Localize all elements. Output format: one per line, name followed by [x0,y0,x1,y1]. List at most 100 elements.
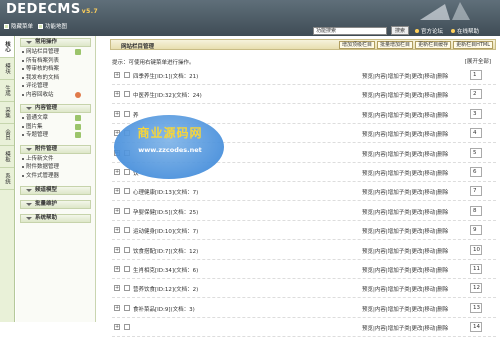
row-actions[interactable]: 预览|内容|增加子类|更改|移动|删除 [362,130,448,138]
row-checkbox[interactable] [124,246,130,253]
row-actions[interactable]: 预览|内容|增加子类|更改|移动|删除 [362,208,448,216]
row-checkbox[interactable] [124,285,130,292]
section-system-help[interactable]: 系统帮助 [20,214,91,223]
expand-icon[interactable]: + [114,285,120,292]
row-checkbox[interactable] [124,266,130,272]
expand-icon[interactable]: + [114,169,120,175]
online-help-link[interactable]: 在线帮助 [451,27,479,35]
expand-icon[interactable]: + [114,91,120,98]
order-input[interactable]: 7 [470,186,482,197]
search-button[interactable]: 搜索 [391,26,409,35]
section-common-ops[interactable]: 常用操作 [20,38,91,47]
expand-icon[interactable]: + [114,227,120,234]
row-actions[interactable]: 预览|内容|增加子类|更改|移动|删除 [362,188,448,196]
tab-collect[interactable]: 采集 [0,102,14,124]
expand-icon[interactable]: + [114,266,120,272]
column-name[interactable]: 中医养生[ID:32](文档：24) [133,91,202,99]
section-channel-models[interactable]: 频道模型 [20,186,91,195]
expand-icon[interactable]: + [114,110,120,117]
sidebar-item-file-manager[interactable]: 文件式管理器 [16,172,95,181]
row-actions[interactable]: 预览|内容|增加子类|更改|移动|删除 [362,305,448,313]
tab-modules[interactable]: 模块 [0,58,14,80]
row-actions[interactable]: 预览|内容|增加子类|更改|移动|删除 [362,324,448,332]
column-name[interactable]: 运动健身[ID:10](文档：7) [133,227,198,235]
section-batch-maintenance[interactable]: 批量维护 [20,200,91,209]
search-input[interactable]: 功能搜索 [313,27,387,35]
column-name[interactable]: 食补菜品[ID:9](文档：3) [133,305,195,313]
column-name[interactable]: 生肖相克[ID:34](文档：6) [133,266,198,274]
tab-system[interactable]: 系统 [0,168,14,190]
row-checkbox[interactable] [124,188,130,195]
order-input[interactable]: 5 [470,147,482,158]
hide-menu-button[interactable]: 隐藏菜单 [4,22,33,30]
order-input[interactable]: 2 [470,89,482,100]
order-input[interactable]: 4 [470,128,482,139]
official-forum-link[interactable]: 官方论坛 [415,27,443,35]
sidebar-item-recycle-bin[interactable]: 内容回收站 [16,91,95,100]
column-name[interactable]: 饮食搭配[ID:7](文档：12) [133,247,198,255]
expand-icon[interactable]: + [114,304,120,311]
order-input[interactable]: 9 [470,225,482,236]
order-input[interactable]: 14 [470,322,482,333]
column-name[interactable]: 四季养生[ID:1](文档：21) [133,72,198,80]
expand-icon[interactable]: + [114,188,120,195]
sidebar-item-pending-docs[interactable]: 等审核的档案 [16,65,95,74]
row-checkbox[interactable] [124,169,130,175]
row-actions[interactable]: 预览|内容|增加子类|更改|移动|删除 [362,266,448,274]
order-input[interactable]: 10 [470,244,482,255]
order-input[interactable]: 3 [470,108,482,119]
row-actions[interactable]: 预览|内容|增加子类|更改|移动|删除 [362,111,448,119]
row-checkbox[interactable] [124,324,130,331]
tab-core[interactable]: 核心 [0,36,14,58]
sidebar-item-my-docs[interactable]: 我发布的文档 [16,74,95,83]
order-input[interactable]: 1 [470,70,482,80]
section-content-manage[interactable]: 内容管理 [20,104,91,113]
sidebar-item-upload-file[interactable]: 上传新文件 [16,155,95,164]
add-top-column-button[interactable]: 增加顶级栏目 [339,41,376,49]
sidebar-item-articles[interactable]: 普通文章 [16,114,95,123]
row-checkbox[interactable] [124,91,130,98]
row-checkbox[interactable] [124,72,130,78]
sidebar-item-column-manage[interactable]: 网站栏目管理 [16,48,95,57]
sidebar-item-topics[interactable]: 专题管理 [16,131,95,140]
column-name[interactable]: 营养饮食[ID:12](文档：2) [133,285,198,293]
update-column-html-button[interactable]: 更新栏目HTML [453,41,493,49]
feature-map-button[interactable]: 功能地图 [38,22,67,30]
tab-generate[interactable]: 生成 [0,80,14,102]
sidebar-item-all-docs[interactable]: 所有档案列表 [16,57,95,66]
order-input[interactable]: 6 [470,167,482,177]
batch-add-columns-button[interactable]: 批量增加栏目 [377,41,414,49]
order-input[interactable]: 8 [470,205,482,216]
row-actions[interactable]: 预览|内容|增加子类|更改|移动|删除 [362,150,448,158]
row-actions[interactable]: 预览|内容|增加子类|更改|移动|删除 [362,91,448,99]
sidebar-item-comments[interactable]: 评论管理 [16,82,95,91]
column-name[interactable]: 养 [133,111,139,119]
row-actions[interactable]: 预览|内容|增加子类|更改|移动|删除 [362,285,448,293]
order-input[interactable]: 11 [470,264,482,274]
tab-templates[interactable]: 模板 [0,146,14,168]
order-input[interactable]: 12 [470,283,482,294]
expand-icon[interactable]: + [114,72,120,78]
expand-icon[interactable]: + [114,246,120,253]
row-checkbox[interactable] [124,110,130,117]
tab-members[interactable]: 会员 [0,124,14,146]
column-name[interactable]: 心理健康[ID:13](文档：7) [133,188,198,196]
row-actions[interactable]: 预览|内容|增加子类|更改|移动|删除 [362,72,448,80]
section-attachments[interactable]: 附件管理 [20,144,91,154]
row-actions[interactable]: 预览|内容|增加子类|更改|移动|删除 [362,247,448,255]
table-row: + 营养饮食[ID:12](文档：2) 预览|内容|增加子类|更改|移动|删除 12 [112,280,496,299]
expand-icon[interactable]: + [114,324,120,331]
row-checkbox[interactable] [124,304,130,311]
order-input[interactable]: 13 [470,302,482,313]
row-actions[interactable]: 预览|内容|增加子类|更改|移动|删除 [362,169,448,177]
row-checkbox[interactable] [124,207,130,214]
row-checkbox[interactable] [124,227,130,234]
watermark-title: 商业源码网 [137,126,203,140]
expand-icon[interactable]: + [114,207,120,214]
row-actions[interactable]: 预览|内容|增加子类|更改|移动|删除 [362,227,448,235]
expand-all-link[interactable]: [展开全部] [465,57,491,65]
update-column-cache-button[interactable]: 更新栏目缓存 [415,41,452,49]
column-name[interactable]: 孕婴保健[ID:5](文档：25) [133,208,198,216]
sidebar-item-attachment-data[interactable]: 附件数据管理 [16,163,95,172]
sidebar-item-image-sets[interactable]: 图片集 [16,123,95,132]
